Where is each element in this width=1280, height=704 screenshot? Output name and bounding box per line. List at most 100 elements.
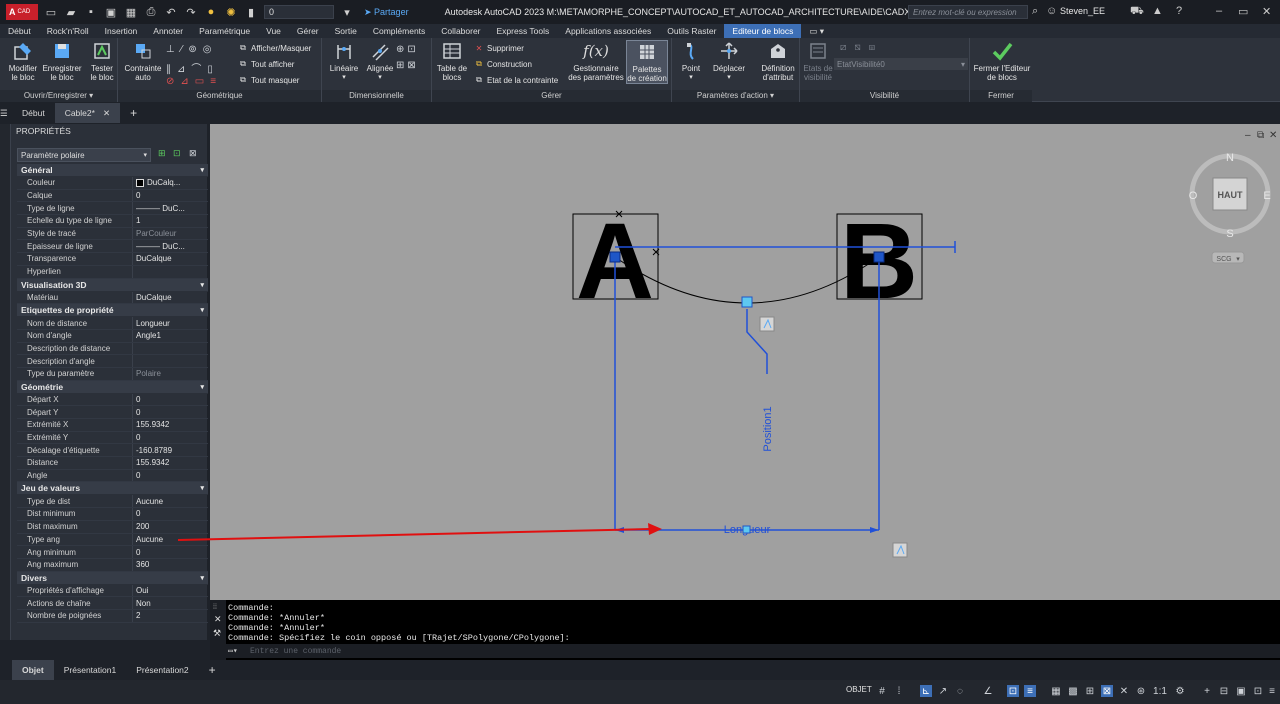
property-row[interactable]: Hyperlien <box>17 265 208 279</box>
property-value[interactable]: ParCouleur <box>133 228 208 240</box>
panel-title-params-action[interactable]: Paramètres d'action ▾ <box>672 90 799 102</box>
tab-insertion[interactable]: Insertion <box>97 24 146 38</box>
layout-tab-presentation2[interactable]: Présentation2 <box>126 660 198 680</box>
property-row[interactable]: Epaisseur de ligne ——— DuC... <box>17 240 208 254</box>
new-file-icon[interactable]: ▭ <box>44 5 58 19</box>
property-row[interactable]: Type de dist Aucune <box>17 495 208 509</box>
quick-select-icon[interactable]: ⊠ <box>189 148 200 159</box>
compass-s[interactable]: S <box>1226 228 1233 240</box>
alignee-button[interactable]: Alignée ▾ <box>362 40 398 82</box>
fermer-editeur-button[interactable]: Fermer l'Editeur de blocs <box>972 40 1032 82</box>
dim-constraints-row2[interactable]: ⊞⊠ <box>396 60 419 71</box>
property-value[interactable]: 0 <box>133 432 208 444</box>
save-icon[interactable]: ▪ <box>84 5 98 19</box>
object-type-dropdown[interactable]: Paramètre polaire ▾ <box>17 148 151 162</box>
tout-afficher-button[interactable]: ⧉ Tout afficher <box>238 59 294 69</box>
modifier-bloc-button[interactable]: Modifier le bloc <box>6 40 40 82</box>
position-parameter-label[interactable]: Position1 <box>762 406 774 451</box>
property-value[interactable]: 155.9342 <box>133 419 208 431</box>
lineaire-button[interactable]: Linéaire ▾ <box>326 40 362 82</box>
search-icon[interactable]: ⌕ <box>1032 5 1038 18</box>
property-row[interactable]: Style de tracé ParCouleur <box>17 227 208 241</box>
dropdown-arrow-icon[interactable]: ▾ <box>340 5 354 19</box>
tab-collaborer[interactable]: Collaborer <box>433 24 488 38</box>
selection-cycling-icon[interactable]: ▩ <box>1067 685 1079 697</box>
property-row[interactable]: Extrémité Y0 <box>17 431 208 445</box>
panel-title-geometrique[interactable]: Géométrique <box>118 90 321 102</box>
property-row[interactable]: Départ Y0 <box>17 406 208 419</box>
property-section-header[interactable]: Géométrie ▾ <box>17 380 208 394</box>
open-folder-icon[interactable]: ▰ <box>64 5 78 19</box>
property-value[interactable]: -160.8789 <box>133 444 208 456</box>
geometric-constraints-row2[interactable]: ∥⊿⌒▯ <box>166 60 219 75</box>
minimize-icon[interactable]: – <box>1216 5 1222 17</box>
property-value[interactable]: 0 <box>133 406 208 418</box>
collapse-chevron-icon[interactable]: ▾ <box>200 306 208 314</box>
property-section-header[interactable]: Divers ▾ <box>17 571 208 585</box>
etat-visibilite-dropdown[interactable]: EtatVisibilité0 ▾ <box>834 58 968 70</box>
annotation-visibility-icon[interactable]: ✕ <box>1118 685 1130 697</box>
new-tab-plus-icon[interactable]: + <box>120 103 147 123</box>
property-row[interactable]: Type du paramètre Polaire <box>17 367 208 381</box>
layout-tab-objet[interactable]: Objet <box>12 660 54 680</box>
autodesk-icon[interactable]: ▲ <box>1152 5 1163 17</box>
viewport-restore-icon[interactable]: ⧉ <box>1257 130 1264 141</box>
tab-complements[interactable]: Compléments <box>365 24 433 38</box>
compass-e[interactable]: E <box>1263 190 1270 202</box>
hardware-acceleration-icon[interactable]: ▣ <box>1235 685 1247 697</box>
property-value[interactable]: 155.9342 <box>133 457 208 469</box>
viewport-minimize-icon[interactable]: – <box>1245 130 1251 141</box>
property-row[interactable]: Actions de chaîne Non <box>17 597 208 610</box>
property-row[interactable]: Matériau DuCalque <box>17 291 208 305</box>
grip-length[interactable] <box>742 525 751 534</box>
clean-screen-icon[interactable]: ⊡ <box>1252 685 1264 697</box>
property-row[interactable]: Extrémité X 155.9342 <box>17 419 208 432</box>
web-open-icon[interactable]: ▦ <box>124 5 138 19</box>
property-value[interactable]: Non <box>133 597 208 609</box>
construction-button[interactable]: ⧉ Construction <box>474 59 532 69</box>
property-value[interactable] <box>133 343 208 355</box>
user-account[interactable]: Steven_EE <box>1060 6 1105 16</box>
dynamic-ucs-icon[interactable]: ⊠ <box>1101 685 1113 697</box>
viewport-close-icon[interactable]: ✕ <box>1269 130 1277 141</box>
panel-title-dimensionnelle[interactable]: Dimensionnelle <box>322 90 431 102</box>
property-section-header[interactable]: Général ▾ <box>17 164 208 177</box>
ortho-icon[interactable]: ⊾ <box>920 685 932 697</box>
collapse-chevron-icon[interactable]: ▾ <box>200 383 208 391</box>
layout-tab-presentation1[interactable]: Présentation1 <box>54 660 126 680</box>
lineweight-icon[interactable]: ≡ <box>1024 685 1036 697</box>
close-command-icon[interactable]: ✕ <box>214 614 222 625</box>
property-value[interactable]: Angle1 <box>133 330 208 342</box>
palette-side-strip[interactable] <box>0 124 10 640</box>
isometric-icon[interactable]: ◌ <box>954 685 966 697</box>
property-row[interactable]: Nombre de poignées 2 <box>17 609 208 623</box>
cart-icon[interactable]: ⛟ <box>1130 5 1144 19</box>
customize-wrench-icon[interactable]: ⚒ <box>213 628 221 639</box>
3d-osnap-icon[interactable]: ⊞ <box>1084 685 1096 697</box>
panel-title-visibilite[interactable]: Visibilité <box>800 90 969 102</box>
property-row[interactable]: Calque 0 <box>17 189 208 203</box>
command-input[interactable]: ▭▾ Entrez une commande <box>226 644 1280 658</box>
tout-masquer-button[interactable]: ⧉ Tout masquer <box>238 75 299 85</box>
tab-editeur-de-blocs[interactable]: Editeur de blocs <box>724 24 802 38</box>
compass-n[interactable]: N <box>1226 152 1234 164</box>
property-value[interactable]: ——— DuC... <box>133 240 208 252</box>
close-tab-icon[interactable]: ✕ <box>103 108 110 119</box>
isolate-objects-icon[interactable]: ⊟ <box>1218 685 1230 697</box>
layer-lightbulb-icon[interactable]: ● <box>204 5 218 19</box>
property-value[interactable] <box>133 266 208 278</box>
add-icon[interactable]: + <box>1201 685 1213 697</box>
property-value[interactable] <box>133 355 208 367</box>
property-row[interactable]: Echelle du type de ligne 1 <box>17 215 208 228</box>
tab-gerer[interactable]: Gérer <box>289 24 327 38</box>
tab-applications-associees[interactable]: Applications associées <box>557 24 659 38</box>
action-icon-position[interactable] <box>759 316 775 332</box>
action-icon-length[interactable] <box>892 542 908 558</box>
table-de-blocs-button[interactable]: Table de blocs <box>434 40 470 82</box>
property-value[interactable]: 2 <box>133 610 208 622</box>
undo-icon[interactable]: ↶ <box>164 5 178 19</box>
property-row[interactable]: Transparence DuCalque <box>17 253 208 266</box>
property-value[interactable]: 360 <box>133 559 208 571</box>
collapse-chevron-icon[interactable]: ▾ <box>200 281 208 289</box>
workspace-gear-icon[interactable]: ⚙ <box>1174 685 1186 697</box>
